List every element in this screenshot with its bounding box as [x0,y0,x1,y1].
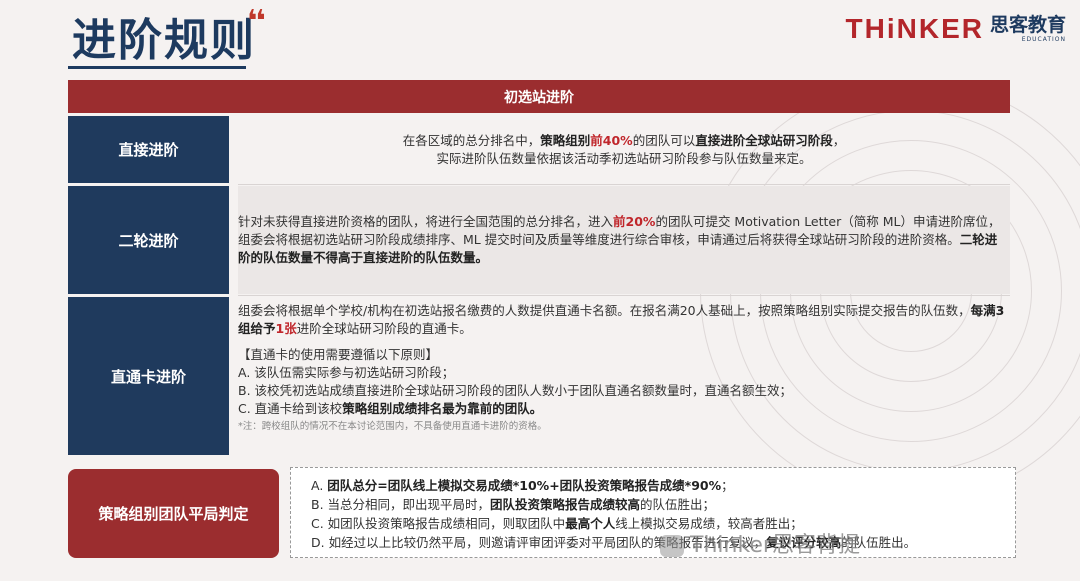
row-label: 直通卡进阶 [68,297,229,455]
rule-item: A. 团队总分=团队线上模拟交易成绩*10%+团队投资策略报告成绩*90%； [311,476,1015,495]
text-segment: 策略组别 [540,132,591,148]
text-segment: 最高个人 [565,516,616,531]
text-segment: 团队投资策略报告成绩较高 [490,497,641,512]
logo-text-sub: EDUCATION [1021,36,1066,43]
row-second-round: 二轮进阶 针对未获得直接进阶资格的团队，将进行全国范围的总分排名，进入前20%的… [68,186,1010,294]
row-label: 二轮进阶 [68,186,229,294]
text-segment: C. 如团队投资策略报告成绩相同，则取团队中 [311,516,566,531]
row-content: 组委会将根据单个学校/机构在初选站报名缴费的人数提供直通卡名额。在报名满20人基… [238,297,1010,460]
text-segment: 的团队可以 [632,132,696,148]
content-line: 实际进阶队伍数量依据该活动季初选站研习阶段参与队伍数量来定。 [436,150,812,166]
brand-logo: THiNKER 思客教育 EDUCATION [846,14,1066,50]
text-segment: 团队总分=团队线上模拟交易成绩*10%+团队投资策略报告成绩*90% [327,478,722,493]
highlight-text: 前20% [613,214,656,229]
page-title: 进阶规则 [72,15,256,66]
logo-text-cn: 思客教育 [989,14,1066,36]
watermark: Thinker思客背提 [660,527,860,559]
watermark-text: Thinker思客背提 [690,533,860,558]
wechat-icon [660,535,684,557]
quote-icon: ❛❛ [247,4,266,39]
text-segment: 进阶全球站研习阶段的直通卡。 [296,321,472,336]
text-segment: 策略组别成绩排名最为靠前的团队。 [342,401,543,416]
content-paragraph: 针对未获得直接进阶资格的团队，将进行全国范围的总分排名，进入前20%的团队可提交… [238,213,1010,267]
rule-item: B. 当总分相同，即出现平局时，团队投资策略报告成绩较高的队伍胜出； [311,495,1015,514]
text-segment: 组委会将根据单个学校/机构在初选站报名缴费的人数提供直通卡名额。在报名满20人基… [238,303,971,318]
logo-text-en: THiNKER [845,13,984,44]
divider [238,295,1010,296]
rules-title: 【直通卡的使用需要遵循以下原则】 [238,347,439,362]
highlight-text: 1张 [275,321,297,336]
content-paragraph: 组委会将根据单个学校/机构在初选站报名缴费的人数提供直通卡名额。在报名满20人基… [238,302,1010,338]
note-text: *注：跨校组队的情况不在本讨论范围内，不具备使用直通卡进阶的资格。 [238,421,547,432]
row-label: 直接进阶 [68,116,229,183]
rule-item: C. 直通卡给到该校策略组别成绩排名最为靠前的团队。 [238,400,1010,418]
text-segment: ； [721,478,734,493]
highlight-text: 前40% [590,132,633,148]
text-segment: ， [832,132,846,148]
row-content: 针对未获得直接进阶资格的团队，将进行全国范围的总分排名，进入前20%的团队可提交… [238,186,1010,294]
section-header: 初选站进阶 [68,80,1010,113]
text-segment: 的队伍胜出； [640,497,716,512]
strategy-tiebreak-label: 策略组别团队平局判定 [68,469,279,558]
title-underline [68,66,246,69]
row-direct-advance: 直接进阶 在各区域的总分排名中，策略组别前40%的团队可以直接进阶全球站研习阶段… [68,116,1010,183]
text-segment: 直接进阶全球站研习阶段 [695,132,833,148]
row-content: 在各区域的总分排名中，策略组别前40%的团队可以直接进阶全球站研习阶段， 实际进… [238,116,1010,183]
content-line: 在各区域的总分排名中，策略组别前40%的团队可以直接进阶全球站研习阶段， [403,132,846,150]
rule-item: A. 该队伍需实际参与初选站研习阶段； [238,365,455,380]
text-segment: B. 当总分相同，即出现平局时， [311,497,491,512]
text-segment: 针对未获得直接进阶资格的团队，将进行全国范围的总分排名，进入 [238,214,614,229]
text-segment: 在各区域的总分排名中， [402,132,541,148]
row-pass-card: 直通卡进阶 组委会将根据单个学校/机构在初选站报名缴费的人数提供直通卡名额。在报… [68,297,1010,455]
text-segment: A. [311,478,328,493]
divider [238,184,1010,185]
rule-item: B. 该校凭初选站成绩直接进阶全球站研习阶段的团队人数小于团队直通名额数量时，直… [238,383,793,398]
text-segment: C. 直通卡给到该校 [238,401,343,416]
tiebreak-rules: A. 团队总分=团队线上模拟交易成绩*10%+团队投资策略报告成绩*90%； B… [290,467,1016,558]
